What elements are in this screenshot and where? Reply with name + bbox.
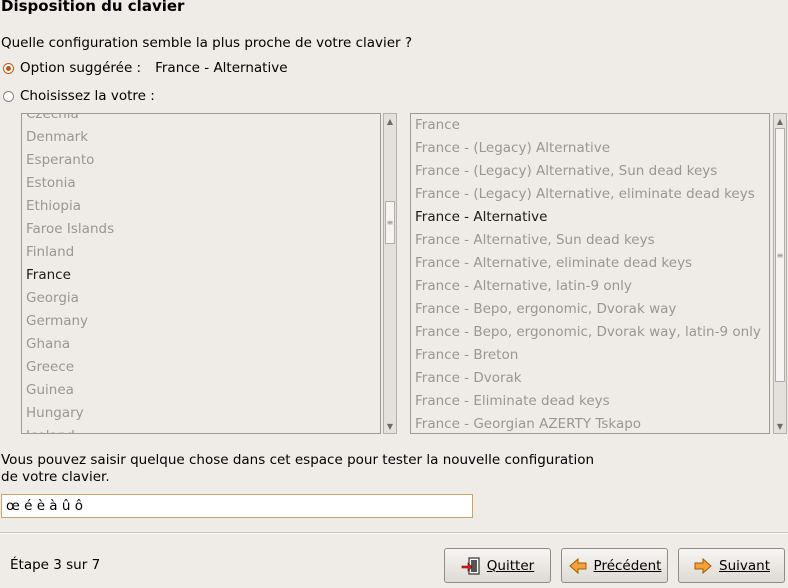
list-item[interactable]: Denmark — [26, 126, 380, 149]
question-text: Quelle configuration semble la plus proc… — [1, 35, 413, 51]
list-item[interactable]: France - Georgian AZERTY Tskapo — [415, 413, 769, 433]
suggested-option-value: France - Alternative — [155, 60, 288, 76]
suggested-option-radio[interactable]: Option suggérée : France - Alternative — [3, 59, 288, 77]
variant-list-scrollbar[interactable]: ▲ ≡ ▼ — [773, 113, 787, 434]
quit-button[interactable]: Quitter — [444, 548, 551, 583]
scroll-down-arrow-icon[interactable]: ▼ — [384, 420, 396, 432]
list-item[interactable]: Estonia — [26, 172, 380, 195]
scroll-thumb[interactable]: ≡ — [775, 128, 785, 382]
scroll-down-arrow-icon[interactable]: ▼ — [774, 420, 786, 432]
list-item[interactable]: Faroe Islands — [26, 218, 380, 241]
list-item[interactable]: Georgia — [26, 287, 380, 310]
list-item[interactable]: Finland — [26, 241, 380, 264]
scroll-thumb[interactable]: ≡ — [385, 201, 395, 244]
scroll-up-arrow-icon[interactable]: ▲ — [774, 115, 786, 127]
list-item[interactable]: France - Bepo, ergonomic, Dvorak way, la… — [415, 321, 769, 344]
list-item[interactable]: Hungary — [26, 402, 380, 425]
variant-list[interactable]: France France - (Legacy) Alternative Franc… — [410, 113, 770, 434]
country-list[interactable]: Czechia Denmark Esperanto Estonia Ethiopia Fa… — [21, 113, 381, 434]
list-item[interactable]: France - Alternative, latin-9 only — [415, 275, 769, 298]
list-item[interactable]: Greece — [26, 356, 380, 379]
left-arrow-icon — [568, 556, 588, 576]
list-item[interactable]: France - (Legacy) Alternative, Sun dead … — [415, 160, 769, 183]
test-hint-text: Vous pouvez saisir quelque chose dans ce… — [1, 452, 595, 485]
list-item[interactable]: Ethiopia — [26, 195, 380, 218]
list-item[interactable]: Germany — [26, 310, 380, 333]
divider — [0, 532, 788, 534]
list-item[interactable]: France — [415, 114, 769, 137]
exit-door-icon — [461, 556, 481, 576]
keyboard-test-input[interactable] — [1, 494, 473, 518]
quit-button-label: Quitter — [486, 557, 535, 574]
country-list-scrollbar[interactable]: ▲ ≡ ▼ — [383, 113, 397, 434]
step-indicator: Étape 3 sur 7 — [10, 557, 101, 573]
list-item[interactable]: Czechia — [26, 114, 380, 126]
list-item[interactable]: France - Breton — [415, 344, 769, 367]
list-item[interactable]: France - (Legacy) Alternative, eliminate… — [415, 183, 769, 206]
page-title: Disposition du clavier — [1, 0, 185, 15]
list-item[interactable]: Guinea — [26, 379, 380, 402]
custom-option-label: Choisissez la votre : — [20, 88, 155, 104]
list-item[interactable]: Ghana — [26, 333, 380, 356]
list-item[interactable]: France - Bepo, ergonomic, Dvorak way — [415, 298, 769, 321]
next-button-label: Suivant — [719, 557, 770, 574]
back-button[interactable]: Précédent — [561, 548, 668, 583]
list-item[interactable]: France - (Legacy) Alternative — [415, 137, 769, 160]
radio-checked-icon[interactable] — [3, 62, 14, 74]
list-item[interactable]: France — [26, 264, 380, 287]
list-item[interactable]: France - Alternative, Sun dead keys — [415, 229, 769, 252]
list-item[interactable]: France - Alternative, eliminate dead key… — [415, 252, 769, 275]
list-item[interactable]: Iceland — [26, 425, 380, 433]
list-item[interactable]: France - Alternative — [415, 206, 769, 229]
back-button-label: Précédent — [593, 557, 662, 574]
right-arrow-icon — [693, 556, 713, 576]
list-item[interactable]: France - Dvorak — [415, 367, 769, 390]
next-button[interactable]: Suivant — [678, 548, 785, 583]
suggested-option-label: Option suggérée : — [20, 60, 142, 76]
scroll-up-arrow-icon[interactable]: ▲ — [384, 115, 396, 127]
radio-unchecked-icon[interactable] — [3, 90, 14, 102]
list-item[interactable]: France - Eliminate dead keys — [415, 390, 769, 413]
custom-option-radio[interactable]: Choisissez la votre : — [3, 87, 159, 105]
list-item[interactable]: Esperanto — [26, 149, 380, 172]
